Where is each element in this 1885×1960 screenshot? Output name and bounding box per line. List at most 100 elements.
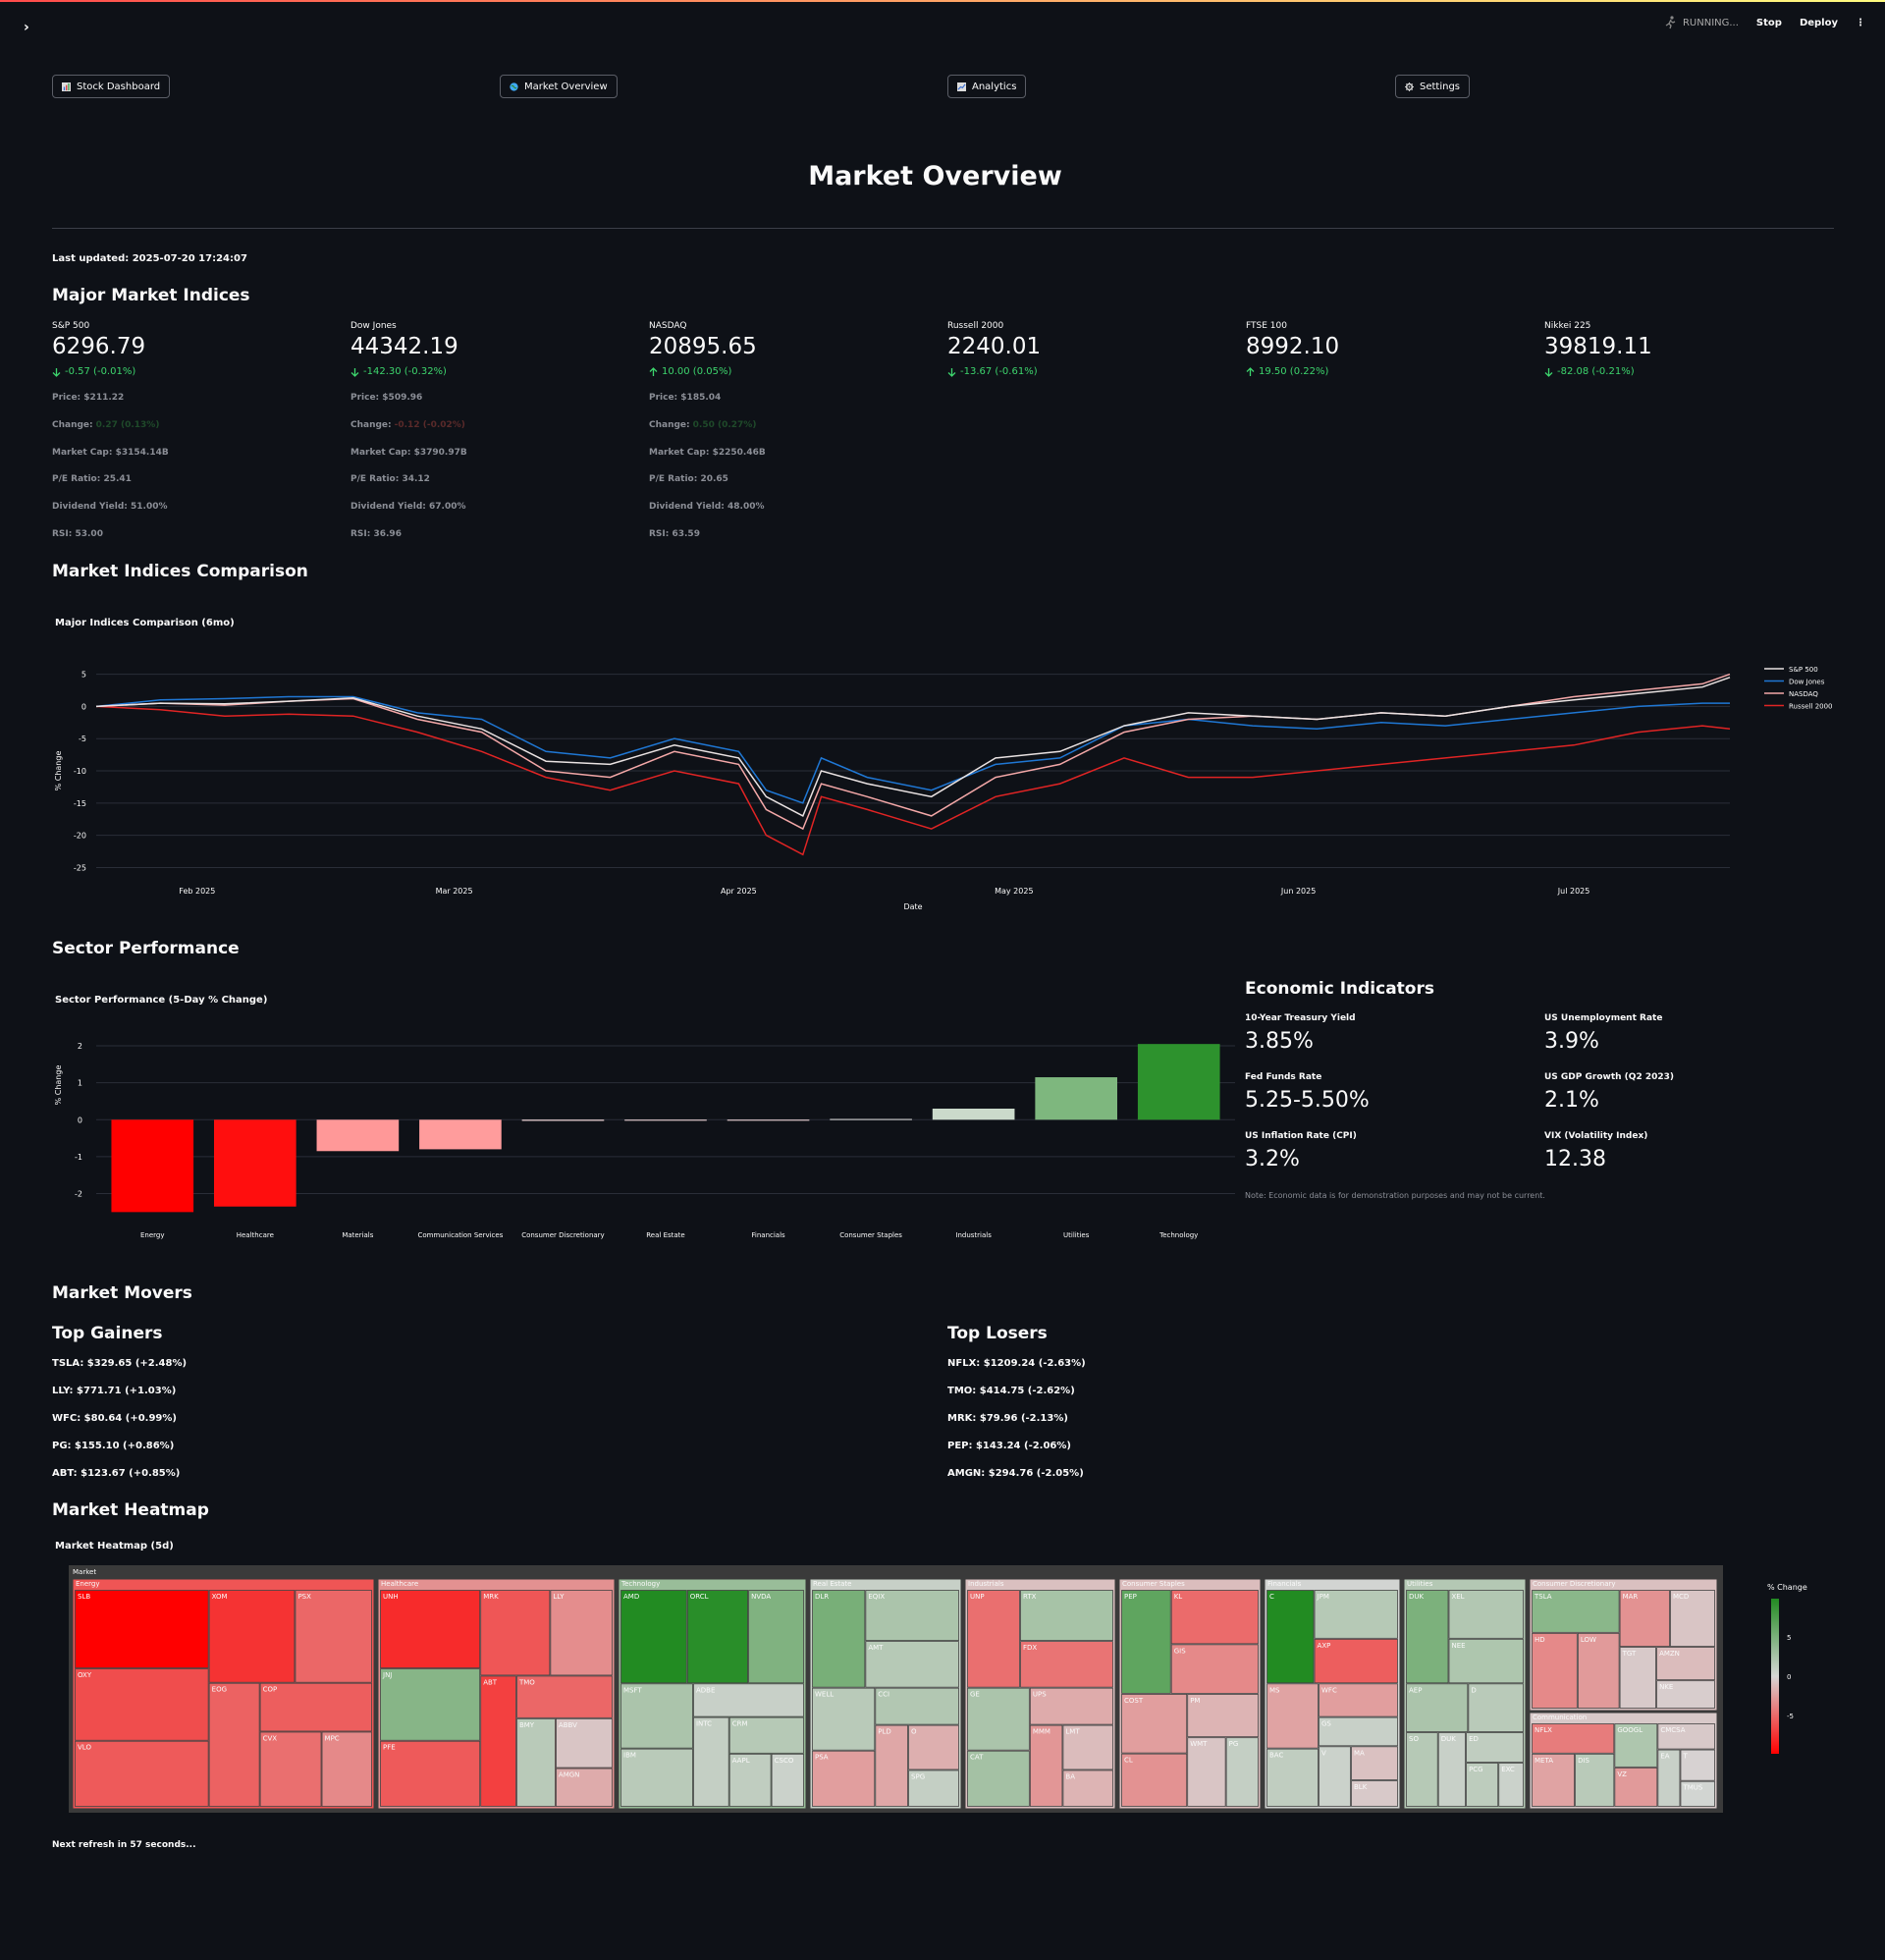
nav-settings-button[interactable]: Settings [1395,75,1471,98]
nav-label: Stock Dashboard [77,81,161,92]
nav-stock-dashboard-button[interactable]: Stock Dashboard [52,75,171,98]
treemap-tile[interactable] [812,1590,866,1688]
treemap-tile[interactable] [1406,1590,1449,1684]
treemap-tile[interactable] [380,1668,481,1741]
sector-bar[interactable] [111,1119,194,1213]
treemap-tile[interactable] [480,1590,551,1676]
treemap-tile[interactable] [1468,1683,1524,1732]
treemap-ticker: LMT [1065,1728,1080,1736]
economic-value: 2.1% [1544,1088,1599,1113]
x-tick-label: Feb 2025 [179,887,215,896]
treemap-tile[interactable] [380,1740,481,1807]
economic-value: 3.85% [1245,1029,1314,1054]
gear-icon [1405,82,1414,91]
treemap-tile[interactable] [1121,1590,1171,1694]
treemap-tile[interactable] [1532,1632,1578,1709]
treemap-tile[interactable] [1577,1632,1620,1709]
series-line-russell-2000 [95,705,1731,856]
treemap-tile[interactable] [620,1590,687,1684]
treemap-tile[interactable] [693,1716,729,1807]
nav-market-overview-button[interactable]: Market Overview [500,75,618,98]
indices-heading: Major Market Indices [52,286,250,305]
treemap-sector-label: Consumer Discretionary [1533,1580,1616,1588]
treemap-tile[interactable] [380,1590,481,1668]
comparison-chart-title: Major Indices Comparison (6mo) [55,618,235,628]
globe-icon [510,82,518,91]
sidebar-toggle-button[interactable]: › [24,20,29,35]
index-pe-ratio: P/E Ratio: 34.12 [350,474,430,484]
stop-button[interactable]: Stop [1756,18,1782,28]
treemap-ticker: T [1682,1753,1688,1761]
legend-label[interactable]: Dow Jones [1789,679,1825,686]
sector-bar[interactable] [624,1119,707,1121]
treemap-sector-label: Healthcare [381,1580,418,1588]
treemap-tile[interactable] [75,1740,209,1807]
sector-bar[interactable] [932,1109,1015,1120]
deploy-button[interactable]: Deploy [1800,18,1838,28]
running-status: RUNNING... [1664,16,1739,29]
sector-bar[interactable] [214,1119,296,1207]
running-man-icon [1665,16,1676,29]
treemap-tile[interactable] [748,1590,804,1684]
legend-label[interactable]: S&P 500 [1789,666,1818,674]
treemap-ticker: MCD [1673,1593,1689,1601]
treemap-ticker: ADBE [696,1686,715,1694]
treemap-ticker: EA [1660,1753,1669,1761]
treemap-tile[interactable] [686,1590,748,1684]
treemap-tile[interactable] [1266,1590,1315,1684]
gainer-item: WFC: $80.64 (+0.99%) [52,1413,177,1424]
x-tick-label: Financials [751,1231,785,1239]
treemap-tile[interactable] [295,1590,372,1683]
index-value: 44342.19 [350,334,458,359]
x-tick-label: Energy [140,1231,165,1239]
trend-icon [957,82,966,91]
legend-label[interactable]: NASDAQ [1789,690,1818,698]
index-delta-text: -13.67 (-0.61%) [960,366,1038,377]
treemap-ticker: O [911,1728,917,1736]
treemap-tile[interactable] [967,1590,1020,1688]
treemap-tile[interactable] [1170,1590,1259,1645]
economic-label: VIX (Volatility Index) [1544,1131,1648,1141]
index-name: Nikkei 225 [1544,321,1591,331]
treemap-ticker: HD [1535,1636,1545,1644]
treemap-ticker: OXY [78,1671,92,1679]
sector-bar[interactable] [419,1119,502,1150]
treemap-tile[interactable] [75,1668,209,1741]
index-change-label: Change: [350,420,392,430]
treemap-tile[interactable] [259,1731,322,1807]
index-change: Change: -0.12 (-0.02%) [350,420,465,430]
sector-bar[interactable] [830,1118,912,1120]
gainer-item: TSLA: $329.65 (+2.48%) [52,1358,188,1369]
treemap-tile[interactable] [516,1717,556,1807]
sector-bar[interactable] [316,1119,400,1152]
series-line-dow-jones [95,695,1730,804]
treemap-tile[interactable] [480,1675,516,1807]
index-dividend-yield: Dividend Yield: 48.00% [649,502,765,512]
refresh-note: Next refresh in 57 seconds... [52,1840,196,1850]
loser-item: MRK: $79.96 (-2.13%) [947,1413,1068,1424]
sector-bar[interactable] [1035,1077,1117,1120]
sector-bar[interactable] [521,1119,605,1121]
nav-analytics-button[interactable]: Analytics [947,75,1027,98]
treemap-tile[interactable] [1437,1732,1466,1807]
sector-bar[interactable] [1137,1044,1220,1120]
treemap-tile[interactable] [208,1682,260,1807]
treemap-ticker: MRK [483,1593,499,1601]
treemap-ticker: AMZN [1659,1650,1680,1658]
treemap-tile[interactable] [75,1590,209,1668]
sector-bar[interactable] [727,1119,810,1121]
treemap-tile[interactable] [1406,1732,1438,1807]
treemap-tile[interactable] [208,1590,296,1683]
treemap-ticker: VLO [78,1744,91,1752]
y-tick-label: 5 [81,671,86,680]
legend-label[interactable]: Russell 2000 [1789,703,1833,711]
treemap-tile[interactable] [875,1724,908,1807]
treemap-tile[interactable] [550,1590,613,1676]
treemap-ticker: EOG [212,1686,227,1694]
treemap-root-label: Market [73,1568,96,1576]
arrow-down-icon [350,367,359,377]
treemap-tile[interactable] [321,1731,372,1807]
treemap-tile[interactable] [1029,1724,1063,1807]
main-menu-icon[interactable]: ⋮ [1856,18,1865,28]
index-delta: -0.57 (-0.01%) [52,366,135,377]
